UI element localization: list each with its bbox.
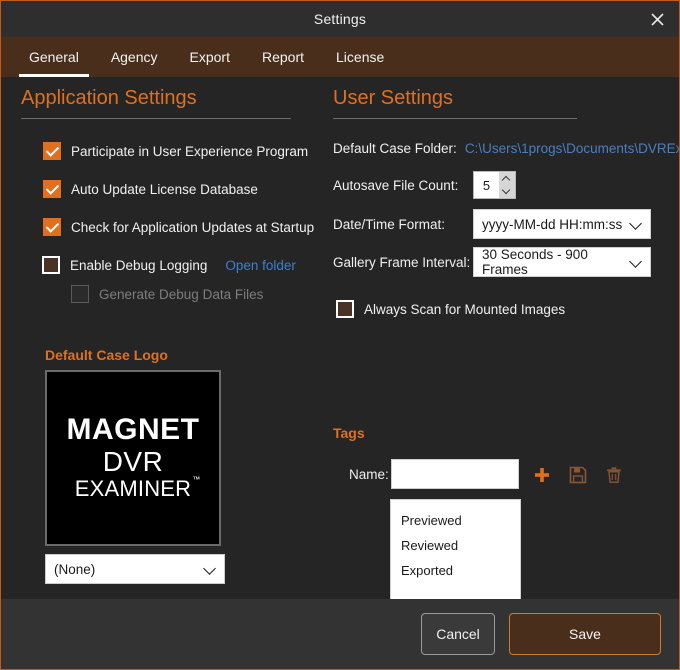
window-title: Settings (313, 11, 367, 27)
chevron-down-icon (204, 563, 216, 575)
user-settings-heading: User Settings (333, 87, 454, 109)
application-settings-divider (21, 118, 291, 119)
stepper-up-icon[interactable] (499, 172, 515, 185)
open-folder-link[interactable]: Open folder (225, 258, 296, 273)
cancel-button[interactable]: Cancel (421, 613, 495, 655)
tab-report[interactable]: Report (246, 37, 320, 77)
default-case-folder-value[interactable]: C:\Users\1progs\Documents\DVREx... (465, 141, 679, 156)
tab-general-label: General (29, 49, 79, 65)
default-case-folder-row: Default Case Folder: C:\Users\1progs\Doc… (333, 141, 679, 156)
tab-bar: General Agency Export Report License (1, 37, 679, 77)
logo-text-examiner: EXAMINER (74, 476, 192, 502)
application-settings-heading: Application Settings (21, 87, 197, 109)
datetime-format-row: Date/Time Format: yyyy-MM-dd HH:mm:ss (333, 209, 651, 239)
tab-agency[interactable]: Agency (95, 37, 174, 77)
dialog-body: Application Settings Participate in User… (1, 77, 679, 616)
generate-debug-data-files-label: Generate Debug Data Files (99, 286, 264, 302)
list-item[interactable]: Reviewed (391, 533, 520, 558)
close-icon[interactable] (635, 1, 679, 37)
tab-report-label: Report (261, 49, 305, 65)
check-updates-startup-label: Check for Application Updates at Startup (71, 219, 315, 235)
cancel-button-label: Cancel (436, 626, 480, 642)
tab-export-label: Export (189, 49, 230, 65)
chevron-down-icon (630, 218, 642, 230)
enable-debug-logging-label: Enable Debug Logging (70, 257, 208, 273)
title-bar: Settings (1, 1, 679, 37)
default-case-folder-label: Default Case Folder: (333, 141, 457, 156)
gallery-frame-interval-value: 30 Seconds - 900 Frames (482, 247, 588, 277)
floppy-disk-icon[interactable] (566, 463, 590, 487)
datetime-format-select[interactable]: yyyy-MM-dd HH:mm:ss (473, 209, 651, 239)
tags-heading: Tags (333, 425, 365, 441)
checkbox-row-enable-debug-logging[interactable]: Enable Debug Logging Open folder (42, 256, 296, 274)
autosave-file-count-row: Autosave File Count: 5 (333, 171, 516, 199)
autosave-file-count-value: 5 (474, 172, 499, 198)
tab-general[interactable]: General (13, 37, 95, 77)
tag-name-input[interactable] (391, 459, 519, 489)
checkbox-row-always-scan-mounted-images[interactable]: Always Scan for Mounted Images (336, 300, 565, 318)
tab-license-label: License (336, 49, 385, 65)
tag-name-label: Name: (349, 467, 389, 482)
gallery-frame-interval-label: Gallery Frame Interval: (333, 254, 471, 270)
list-item[interactable]: Previewed (391, 508, 520, 533)
generate-debug-data-files-checkbox (71, 285, 89, 303)
list-item[interactable]: Exported (391, 558, 520, 583)
participate-uxp-checkbox[interactable] (43, 142, 61, 160)
tab-agency-label: Agency (110, 49, 158, 65)
gallery-frame-interval-row: Gallery Frame Interval: 30 Seconds - 900… (333, 247, 651, 277)
gallery-frame-interval-select[interactable]: 30 Seconds - 900 Frames (473, 247, 651, 277)
settings-dialog: Settings General Agency Export Report Li… (0, 0, 680, 670)
auto-update-license-db-checkbox[interactable] (43, 180, 61, 198)
application-settings-section: Application Settings (21, 87, 311, 119)
chevron-down-icon (630, 256, 642, 268)
checkbox-row-check-updates-startup[interactable]: Check for Application Updates at Startup (43, 218, 314, 236)
participate-uxp-label: Participate in User Experience Program (71, 143, 309, 159)
checkbox-row-generate-debug-data-files: Generate Debug Data Files (71, 285, 263, 303)
enable-debug-logging-checkbox[interactable] (42, 256, 60, 274)
dialog-footer: Cancel Save (1, 599, 679, 669)
checkbox-row-participate-uxp[interactable]: Participate in User Experience Program (43, 142, 308, 160)
tab-license[interactable]: License (320, 37, 400, 77)
trash-icon[interactable] (602, 463, 626, 487)
auto-update-license-db-label: Auto Update License Database (71, 181, 258, 197)
check-updates-startup-checkbox[interactable] (43, 218, 61, 236)
autosave-file-count-stepper[interactable]: 5 (473, 171, 516, 199)
always-scan-mounted-images-label: Always Scan for Mounted Images (364, 301, 566, 317)
save-button-label: Save (569, 626, 601, 642)
tab-export[interactable]: Export (174, 37, 246, 77)
autosave-file-count-label: Autosave File Count: (333, 177, 459, 193)
user-settings-divider (333, 118, 577, 119)
default-case-logo-select[interactable]: (None) (45, 554, 225, 584)
datetime-format-label: Date/Time Format: (333, 216, 446, 232)
stepper-down-icon[interactable] (499, 185, 515, 198)
logo-text-magnet: MAGNET (66, 413, 200, 447)
default-case-logo-preview: MAGNET DVR EXAMINER ™ (45, 370, 221, 546)
save-button[interactable]: Save (509, 613, 661, 655)
logo-text-dvr: DVR (102, 445, 164, 477)
datetime-format-value: yyyy-MM-dd HH:mm:ss (482, 216, 623, 232)
checkbox-row-auto-update-license-db[interactable]: Auto Update License Database (43, 180, 258, 198)
default-case-logo-select-value: (None) (54, 561, 96, 577)
default-case-logo-heading: Default Case Logo (45, 347, 168, 363)
always-scan-mounted-images-checkbox[interactable] (336, 300, 354, 318)
plus-icon[interactable] (530, 463, 554, 487)
stepper-arrows (499, 172, 515, 198)
logo-text-examiner-wrap: EXAMINER ™ (74, 475, 201, 502)
logo-trademark-icon: ™ (192, 475, 201, 485)
user-settings-section: User Settings (333, 87, 663, 119)
